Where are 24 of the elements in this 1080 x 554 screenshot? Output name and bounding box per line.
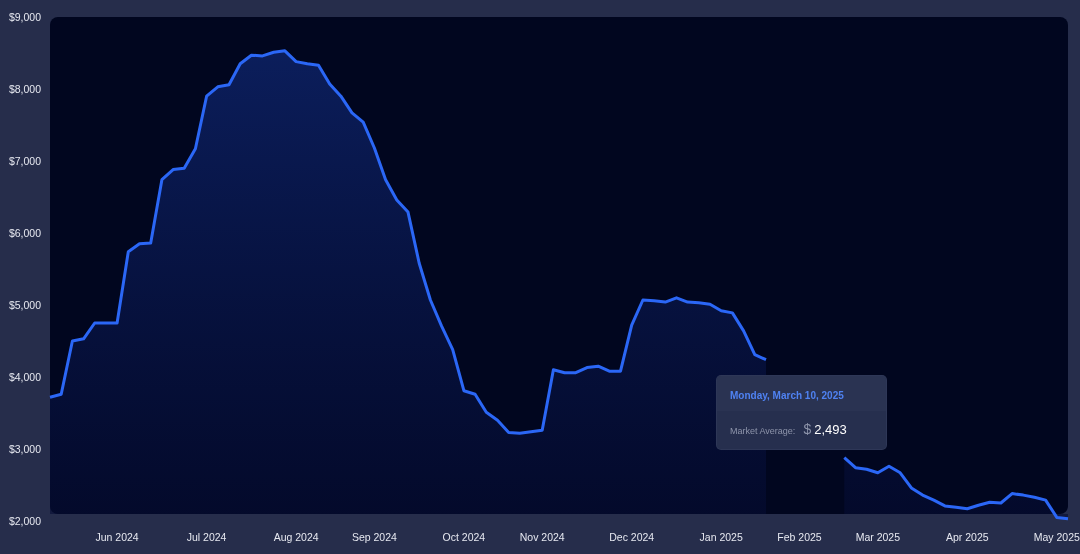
y-axis-label: $9,000 bbox=[8, 11, 41, 23]
currency-symbol: $ bbox=[803, 421, 812, 437]
y-axis-label: $4,000 bbox=[8, 371, 41, 383]
x-axis-label: Aug 2024 bbox=[273, 531, 319, 543]
x-axis-label: Oct 2024 bbox=[442, 531, 486, 543]
y-axis-label: $5,000 bbox=[8, 299, 41, 311]
tooltip-date: Monday, March 10, 2025 bbox=[730, 390, 844, 401]
tooltip-value: 2,493 bbox=[814, 422, 847, 437]
x-axis-label: Sep 2024 bbox=[351, 531, 397, 543]
x-axis-label: Jan 2025 bbox=[699, 531, 743, 543]
x-axis-label: Nov 2024 bbox=[519, 531, 565, 543]
x-axis-label: Apr 2025 bbox=[946, 531, 989, 543]
x-axis-label: May 2025 bbox=[1033, 531, 1080, 543]
y-axis-label: $2,000 bbox=[8, 515, 41, 527]
x-axis-label: Jul 2024 bbox=[186, 531, 227, 543]
y-axis-label: $7,000 bbox=[8, 155, 41, 167]
x-axis-label: Mar 2025 bbox=[855, 531, 900, 543]
x-axis-label: Dec 2024 bbox=[609, 531, 655, 543]
x-axis-label: Jun 2024 bbox=[95, 531, 139, 543]
x-axis-label: Feb 2025 bbox=[777, 531, 822, 543]
y-axis-label: $8,000 bbox=[8, 83, 41, 95]
y-axis-label: $6,000 bbox=[8, 227, 41, 239]
y-axis-label: $3,000 bbox=[8, 443, 41, 455]
tooltip-label: Market Average: bbox=[730, 426, 796, 436]
